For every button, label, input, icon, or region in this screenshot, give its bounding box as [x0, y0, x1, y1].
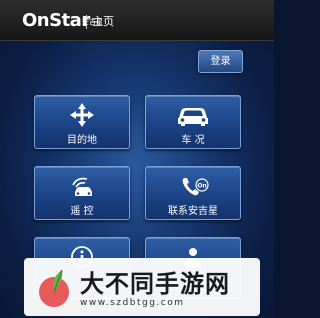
watermark-title: 大不同手游网 [80, 270, 230, 298]
tile-contact-onstar[interactable]: On 联系安吉星 [145, 166, 241, 220]
destination-cross-icon [70, 103, 94, 127]
header-divider [86, 15, 87, 29]
remote-car-icon [72, 177, 92, 196]
tile-label: 目的地 [67, 135, 97, 146]
tile-remote[interactable]: 遥 控 [34, 166, 130, 220]
onstar-logo: OnStar 安吉星 [22, 10, 103, 32]
car-icon [178, 108, 208, 126]
tile-label: 联系安吉星 [168, 206, 218, 217]
tile-vehicle-status[interactable]: 车 况 [145, 95, 241, 149]
watermark-url: www.szdbtgg.com [80, 298, 185, 308]
login-button[interactable]: 登录 [198, 50, 243, 73]
svg-text:On: On [197, 182, 206, 189]
tile-destination[interactable]: 目的地 [34, 95, 130, 149]
page-title: 主页 [92, 15, 114, 28]
brand-name: OnStar [22, 10, 90, 31]
tile-label: 遥 控 [70, 206, 94, 217]
header-bar: OnStar 安吉星 主页 [0, 0, 274, 41]
watermark-logo [39, 269, 69, 307]
tile-label: 车 况 [181, 135, 205, 146]
phone-onstar-icon: On [182, 178, 209, 196]
app-screen: OnStar 安吉星 主页 登录 目的地 车 况 遥 控 On 联系安吉星 大不… [0, 0, 274, 318]
watermark-banner: 大不同手游网 www.szdbtgg.com [24, 258, 260, 316]
